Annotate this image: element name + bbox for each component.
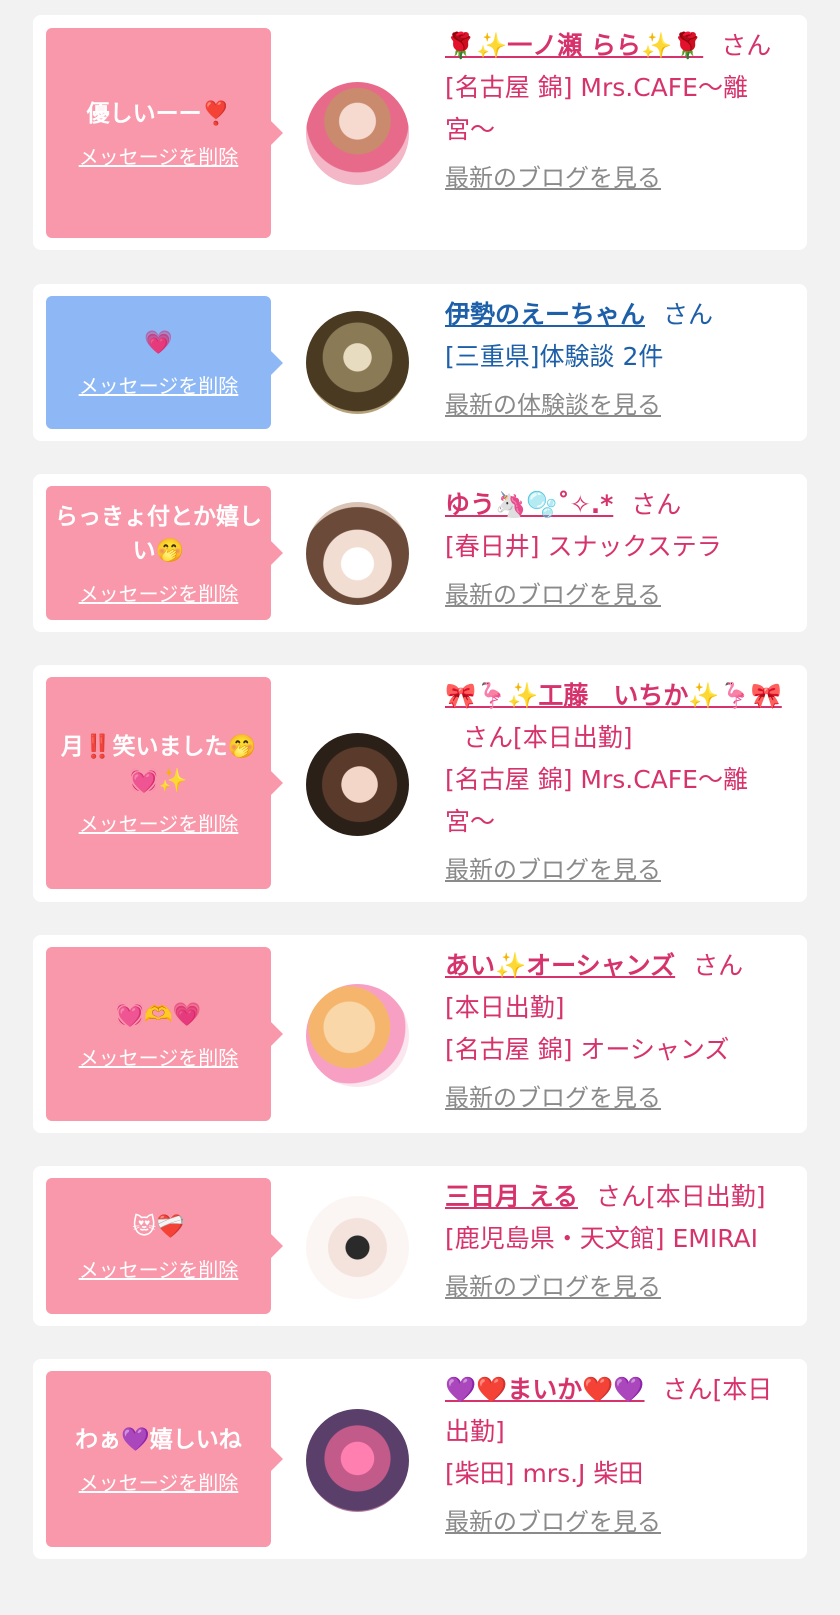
latest-blog-link[interactable]: 最新のブログを見る (445, 574, 661, 616)
message-bubble: らっきょ付とか嬉しい🤭 メッセージを削除 (46, 486, 283, 620)
message-text: 月‼️笑いました🤭💓✨ (60, 733, 257, 794)
honorific-label: さん (631, 490, 682, 519)
latest-blog-link[interactable]: 最新のブログを見る (445, 1077, 661, 1119)
sender-name-link[interactable]: 🎀🦩✨工藤 いちか✨🦩🎀 (445, 681, 782, 710)
sender-info: 💜❤️まいか❤️💜 さん[本日出勤] [柴田] mrs.J 柴田 最新のブログを見… (445, 1369, 790, 1543)
message-bubble: 💗 メッセージを削除 (46, 296, 283, 429)
message-card: 😻❤️‍🩹 メッセージを削除 三日月 える さん[本日出勤] [鹿児島県・天文館]… (33, 1166, 807, 1326)
message-bubble: 優しいーー❣️ メッセージを削除 (46, 28, 283, 238)
sender-name-link[interactable]: ゆう🦄🫧˚✧.* (445, 490, 613, 519)
honorific-label: さん (662, 1375, 713, 1404)
shop-label: [三重県]体験談 2件 (445, 342, 664, 371)
sender-name-link[interactable]: 🌹✨一ノ瀬 らら✨🌹 (445, 31, 703, 60)
sender-info: 伊勢のえーちゃん さん [三重県]体験談 2件 最新の体験談を見る (445, 294, 790, 426)
sender-name-link[interactable]: 💜❤️まいか❤️💜 (445, 1375, 645, 1404)
status-badge: [本日出勤] (513, 723, 633, 752)
delete-message-link[interactable]: メッセージを削除 (79, 370, 239, 399)
message-text: 😻❤️‍🩹 (132, 1213, 185, 1240)
message-card: 月‼️笑いました🤭💓✨ メッセージを削除 🎀🦩✨工藤 いちか✨🦩🎀 さん[本日出勤… (33, 665, 807, 902)
message-card: 💓🫶💗 メッセージを削除 あい✨オーシャンズ さん [本日出勤] [名古屋 錦] … (33, 935, 807, 1133)
delete-message-link[interactable]: メッセージを削除 (79, 1467, 239, 1496)
delete-message-link[interactable]: メッセージを削除 (79, 141, 239, 170)
sender-info: ゆう🦄🫧˚✧.* さん [春日井] スナックステラ 最新のブログを見る (445, 484, 790, 616)
message-card: 優しいーー❣️ メッセージを削除 🌹✨一ノ瀬 らら✨🌹 さん [名古屋 錦] Mr… (33, 15, 807, 250)
avatar[interactable] (306, 1196, 409, 1299)
sender-info: 🎀🦩✨工藤 いちか✨🦩🎀 さん[本日出勤] [名古屋 錦] Mrs.CAFE〜離宮… (445, 675, 790, 891)
sender-info: 🌹✨一ノ瀬 らら✨🌹 さん [名古屋 錦] Mrs.CAFE〜離宮〜 最新のブログ… (445, 25, 790, 199)
honorific-label: さん (463, 723, 514, 752)
latest-blog-link[interactable]: 最新のブログを見る (445, 157, 661, 199)
status-badge: [本日出勤] (645, 1182, 766, 1211)
avatar[interactable] (306, 502, 409, 605)
shop-label: [柴田] mrs.J 柴田 (445, 1459, 644, 1488)
message-bubble: 😻❤️‍🩹 メッセージを削除 (46, 1178, 283, 1314)
message-bubble: 月‼️笑いました🤭💓✨ メッセージを削除 (46, 677, 283, 889)
message-card: わぁ💜嬉しいね メッセージを削除 💜❤️まいか❤️💜 さん[本日出勤] [柴田] … (33, 1359, 807, 1559)
honorific-label: さん (595, 1182, 646, 1211)
shop-label: [名古屋 錦] Mrs.CAFE〜離宮〜 (445, 73, 748, 144)
avatar[interactable] (306, 1409, 409, 1512)
honorific-label: さん (663, 300, 714, 329)
sender-info: 三日月 える さん[本日出勤] [鹿児島県・天文館] EMIRAI 最新のブログを… (445, 1176, 790, 1308)
message-card: らっきょ付とか嬉しい🤭 メッセージを削除 ゆう🦄🫧˚✧.* さん [春日井] スナ… (33, 474, 807, 632)
message-text: わぁ💜嬉しいね (75, 1426, 242, 1453)
delete-message-link[interactable]: メッセージを削除 (79, 578, 239, 607)
delete-message-link[interactable]: メッセージを削除 (79, 1254, 239, 1283)
avatar[interactable] (306, 311, 409, 414)
sender-name-link[interactable]: 三日月 える (445, 1182, 578, 1211)
shop-label: [春日井] スナックステラ (445, 532, 722, 561)
sender-info: あい✨オーシャンズ さん [本日出勤] [名古屋 錦] オーシャンズ 最新のブログ… (445, 945, 790, 1119)
shop-label: [名古屋 錦] Mrs.CAFE〜離宮〜 (445, 765, 748, 836)
message-text: 💗 (144, 330, 173, 356)
latest-blog-link[interactable]: 最新のブログを見る (445, 1501, 661, 1543)
avatar[interactable] (306, 733, 409, 836)
latest-experience-link[interactable]: 最新の体験談を見る (445, 384, 661, 426)
message-bubble: わぁ💜嬉しいね メッセージを削除 (46, 1371, 283, 1547)
delete-message-link[interactable]: メッセージを削除 (79, 808, 239, 837)
message-bubble: 💓🫶💗 メッセージを削除 (46, 947, 283, 1121)
sender-name-link[interactable]: あい✨オーシャンズ (445, 951, 675, 980)
message-card: 💗 メッセージを削除 伊勢のえーちゃん さん [三重県]体験談 2件 最新の体験談… (33, 284, 807, 441)
delete-message-link[interactable]: メッセージを削除 (79, 1042, 239, 1071)
latest-blog-link[interactable]: 最新のブログを見る (445, 849, 661, 891)
message-text: 優しいーー❣️ (86, 100, 231, 127)
honorific-label: さん (693, 951, 744, 980)
shop-label: [鹿児島県・天文館] EMIRAI (445, 1224, 759, 1253)
message-text: らっきょ付とか嬉しい🤭 (55, 503, 262, 564)
message-text: 💓🫶💗 (115, 1001, 202, 1028)
latest-blog-link[interactable]: 最新のブログを見る (445, 1266, 661, 1308)
honorific-label: さん (721, 31, 772, 60)
shop-label: [名古屋 錦] オーシャンズ (445, 1035, 730, 1064)
status-badge: [本日出勤] (445, 993, 565, 1022)
sender-name-link[interactable]: 伊勢のえーちゃん (445, 300, 645, 329)
avatar[interactable] (306, 984, 409, 1087)
avatar[interactable] (306, 82, 409, 185)
